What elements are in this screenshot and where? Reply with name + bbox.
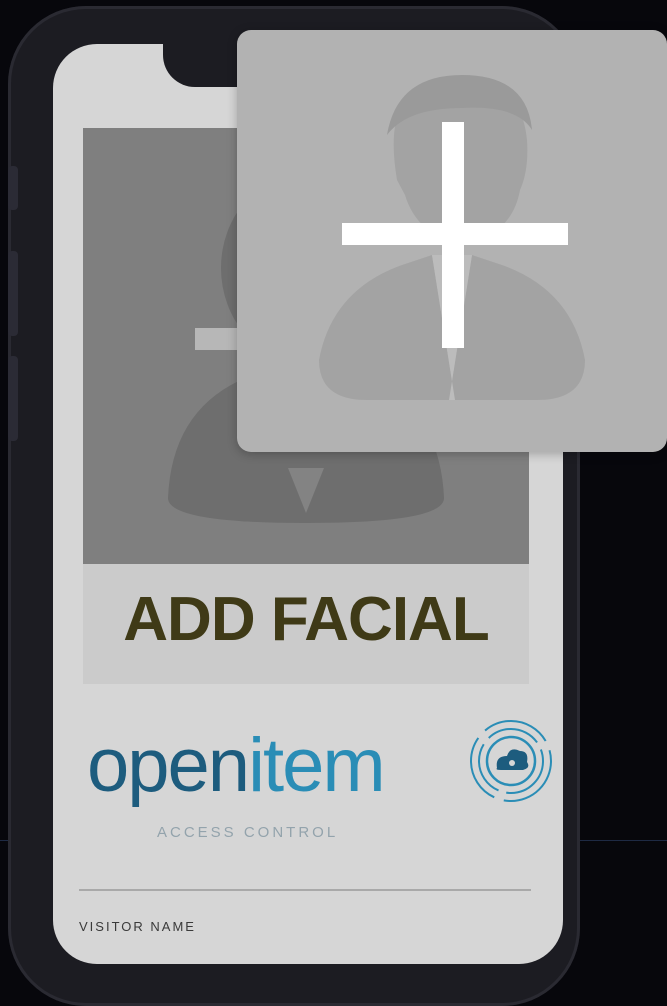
cloud-lock-icon [470, 720, 552, 802]
logo-wordmark: openitem [87, 723, 386, 808]
add-facial-button[interactable]: ADD FACIAL [83, 584, 529, 655]
phone-volume-down [8, 356, 18, 441]
phone-volume-up [8, 251, 18, 336]
openitem-logo: openitem ACCESS CONTROL [87, 716, 552, 846]
section-divider [79, 889, 531, 891]
phone-mute-switch [8, 166, 18, 210]
add-person-icon [319, 75, 585, 400]
logo-brand-open: open [87, 723, 250, 808]
add-person-tile[interactable] [237, 30, 667, 452]
logo-tagline: ACCESS CONTROL [157, 824, 339, 841]
logo-brand-item: item [248, 723, 386, 808]
